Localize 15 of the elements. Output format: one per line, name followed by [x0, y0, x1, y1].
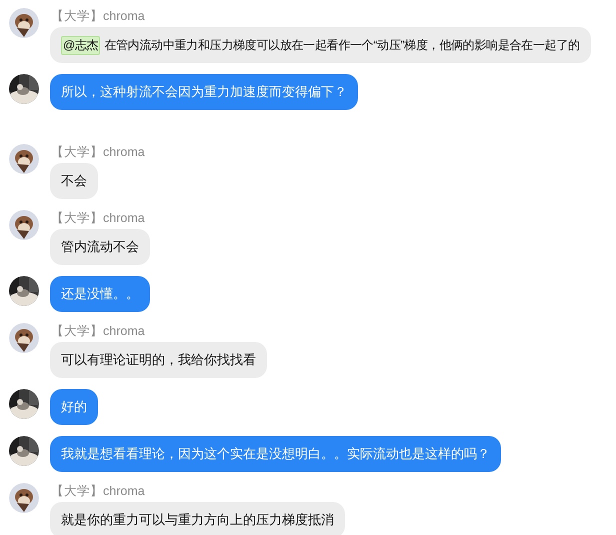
sender-name: 【大学】chroma — [51, 144, 145, 161]
sender-name: 【大学】chroma — [51, 8, 145, 25]
message-text: 就是你的重力可以与重力方向上的压力梯度抵消 — [61, 511, 334, 530]
sender-name: 【大学】chroma — [51, 210, 145, 227]
message-text: 好的 — [61, 398, 87, 416]
message-text: 可以有理论证明的，我给你找找看 — [61, 351, 256, 370]
message-text: 还是没懂。。 — [61, 285, 139, 304]
message-text: 管内流动不会 — [61, 238, 139, 256]
mention-tag[interactable]: @志杰 — [61, 36, 100, 54]
message-text: 所以，这种射流不会因为重力加速度而变得偏下？ — [61, 83, 347, 102]
message-text: 不会 — [61, 172, 87, 190]
message-text: 在管内流动中重力和压力梯度可以放在一起看作一个“动压”梯度，他俩的影响是合在一起了的 — [104, 37, 580, 54]
sender-name: 【大学】chroma — [51, 483, 145, 500]
message-text: 我就是想看看理论，因为这个实在是没想明白。。实际流动也是这样的吗？ — [61, 445, 490, 464]
sender-name: 【大学】chroma — [51, 323, 145, 340]
